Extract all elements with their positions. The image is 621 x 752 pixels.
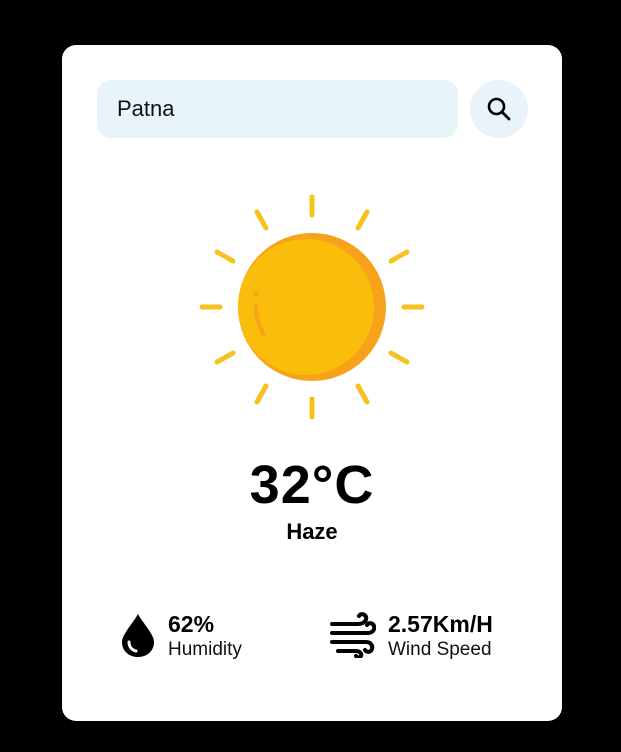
humidity-value: 62%	[168, 611, 215, 637]
wind-speed-value: 2.57Km/H	[388, 611, 493, 637]
search-button[interactable]	[470, 80, 528, 138]
wind-stat: 2.57Km/H Wind Speed	[328, 610, 528, 666]
search-bar	[97, 80, 528, 138]
search-input[interactable]	[97, 80, 458, 138]
sun-icon	[198, 193, 426, 421]
wind-icon	[328, 612, 377, 663]
wind-speed-label: Wind Speed	[388, 639, 492, 660]
weather-card: 32°C Haze 62% Humidity 2.57Km/H Wind Spe…	[62, 45, 562, 721]
search-icon	[486, 96, 512, 122]
humidity-label: Humidity	[168, 639, 242, 660]
water-drop-icon	[120, 612, 156, 663]
temperature-value: 32°C	[249, 455, 375, 515]
humidity-stat: 62% Humidity	[120, 610, 300, 666]
weather-condition: Haze	[286, 519, 338, 544]
